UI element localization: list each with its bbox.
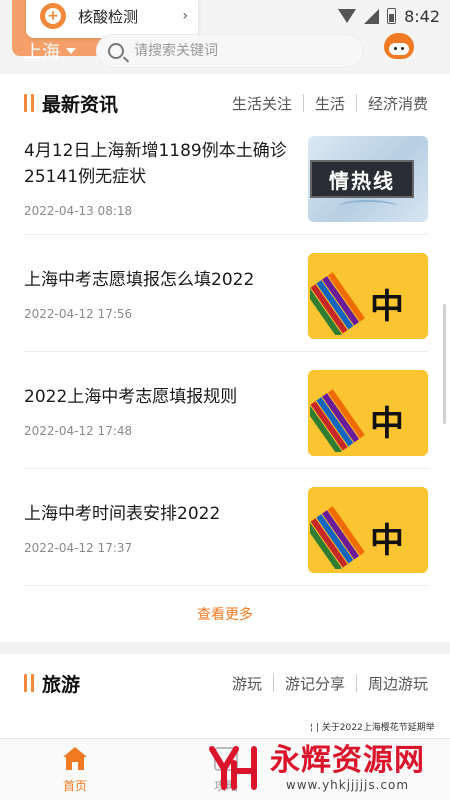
view-more-link[interactable]: 查看更多 <box>0 604 450 624</box>
category-tab-nearby[interactable]: 周边游玩 <box>368 673 428 694</box>
thumbnail-caption: 中 <box>370 287 404 327</box>
watermark: 永辉资源网 www.yhkjjjjjs.com <box>204 743 425 793</box>
top-header: + 核酸检测 › 8:42 上海 <box>0 0 450 72</box>
avatar[interactable] <box>384 33 414 59</box>
pencils-icon <box>310 506 365 569</box>
status-bar: 8:42 <box>338 4 440 28</box>
city-label: 上海 <box>24 42 60 63</box>
pencils-icon <box>310 389 365 452</box>
news-thumbnail: 情热线 <box>308 136 428 222</box>
news-item-date: 2022-04-13 08:18 <box>24 204 133 218</box>
nucleic-test-popup[interactable]: + 核酸检测 › <box>26 0 198 38</box>
travel-section-header: 旅游 游玩 游记分享 周边游玩 <box>24 668 428 698</box>
caret-down-icon <box>66 48 76 54</box>
news-item-title: 4月12日上海新增1189例本土确诊25141例无症状 <box>24 141 287 187</box>
news-item[interactable]: 上海中考志愿填报怎么填2022 2022-04-12 17:56 中 <box>24 235 428 352</box>
battery-icon <box>387 8 397 24</box>
news-item-date: 2022-04-12 17:56 <box>24 307 133 321</box>
news-thumbnail: 中 <box>308 370 428 456</box>
news-item-title: 2022上海中考志愿填报规则 <box>24 387 238 407</box>
travel-section: 旅游 游玩 游记分享 周边游玩 ¦ | 关于2022上海樱花节延期举 <box>0 654 450 744</box>
popup-label: 核酸检测 <box>78 7 139 26</box>
thumbnail-caption: 中 <box>370 521 404 561</box>
news-item-date: 2022-04-12 17:48 <box>24 424 133 438</box>
category-tab-life-focus[interactable]: 生活关注 <box>232 93 292 114</box>
news-section: 最新资讯 生活关注 生活 经济消费 4月12日上海新增1189例本土确诊2514… <box>0 74 450 642</box>
news-item[interactable]: 4月12日上海新增1189例本土确诊25141例无症状 2022-04-13 0… <box>24 118 428 235</box>
news-item[interactable]: 上海中考时间表安排2022 2022-04-12 17:37 中 <box>24 469 428 586</box>
watermark-logo-icon <box>209 746 257 790</box>
category-tab-life[interactable]: 生活 <box>315 93 345 114</box>
home-icon <box>63 747 87 771</box>
pencils-icon <box>310 272 365 335</box>
news-item-title: 上海中考时间表安排2022 <box>24 504 221 524</box>
scrollbar[interactable] <box>443 304 446 424</box>
news-thumbnail: 中 <box>308 487 428 573</box>
news-section-title: 最新资讯 <box>42 93 119 116</box>
nav-home[interactable]: 首页 <box>35 747 115 794</box>
chevron-right-icon: › <box>182 8 188 24</box>
news-section-header: 最新资讯 生活关注 生活 经济消费 <box>24 88 428 118</box>
news-item-date: 2022-04-12 17:37 <box>24 541 133 555</box>
watermark-brand: 永辉资源网 <box>270 743 425 778</box>
category-tab-economy[interactable]: 经济消费 <box>368 93 428 114</box>
travel-section-title: 旅游 <box>42 673 81 696</box>
search-input[interactable] <box>134 43 334 59</box>
news-item[interactable]: 2022上海中考志愿填报规则 2022-04-12 17:48 中 <box>24 352 428 469</box>
thumbnail-caption: 中 <box>370 404 404 444</box>
thumbnail-caption: 情热线 <box>310 160 414 198</box>
city-selector[interactable]: 上海 <box>24 38 76 64</box>
travel-snippet[interactable]: ¦ | 关于2022上海樱花节延期举 <box>310 720 435 733</box>
category-tab-play[interactable]: 游玩 <box>232 673 262 694</box>
category-tab-travel-notes[interactable]: 游记分享 <box>285 673 345 694</box>
search-bar[interactable] <box>96 34 364 68</box>
nav-home-label: 首页 <box>62 779 87 793</box>
bottom-nav: 首页 攻略 永辉资源网 www.yhkjjjjjs.com <box>0 738 450 800</box>
medical-plus-icon: + <box>40 3 66 29</box>
status-time: 8:42 <box>404 6 440 26</box>
search-icon <box>108 43 124 59</box>
news-item-title: 上海中考志愿填报怎么填2022 <box>24 270 255 290</box>
signal-icon <box>364 8 380 24</box>
news-thumbnail: 中 <box>308 253 428 339</box>
wifi-icon <box>338 9 357 23</box>
watermark-url: www.yhkjjjjjs.com <box>285 778 410 792</box>
